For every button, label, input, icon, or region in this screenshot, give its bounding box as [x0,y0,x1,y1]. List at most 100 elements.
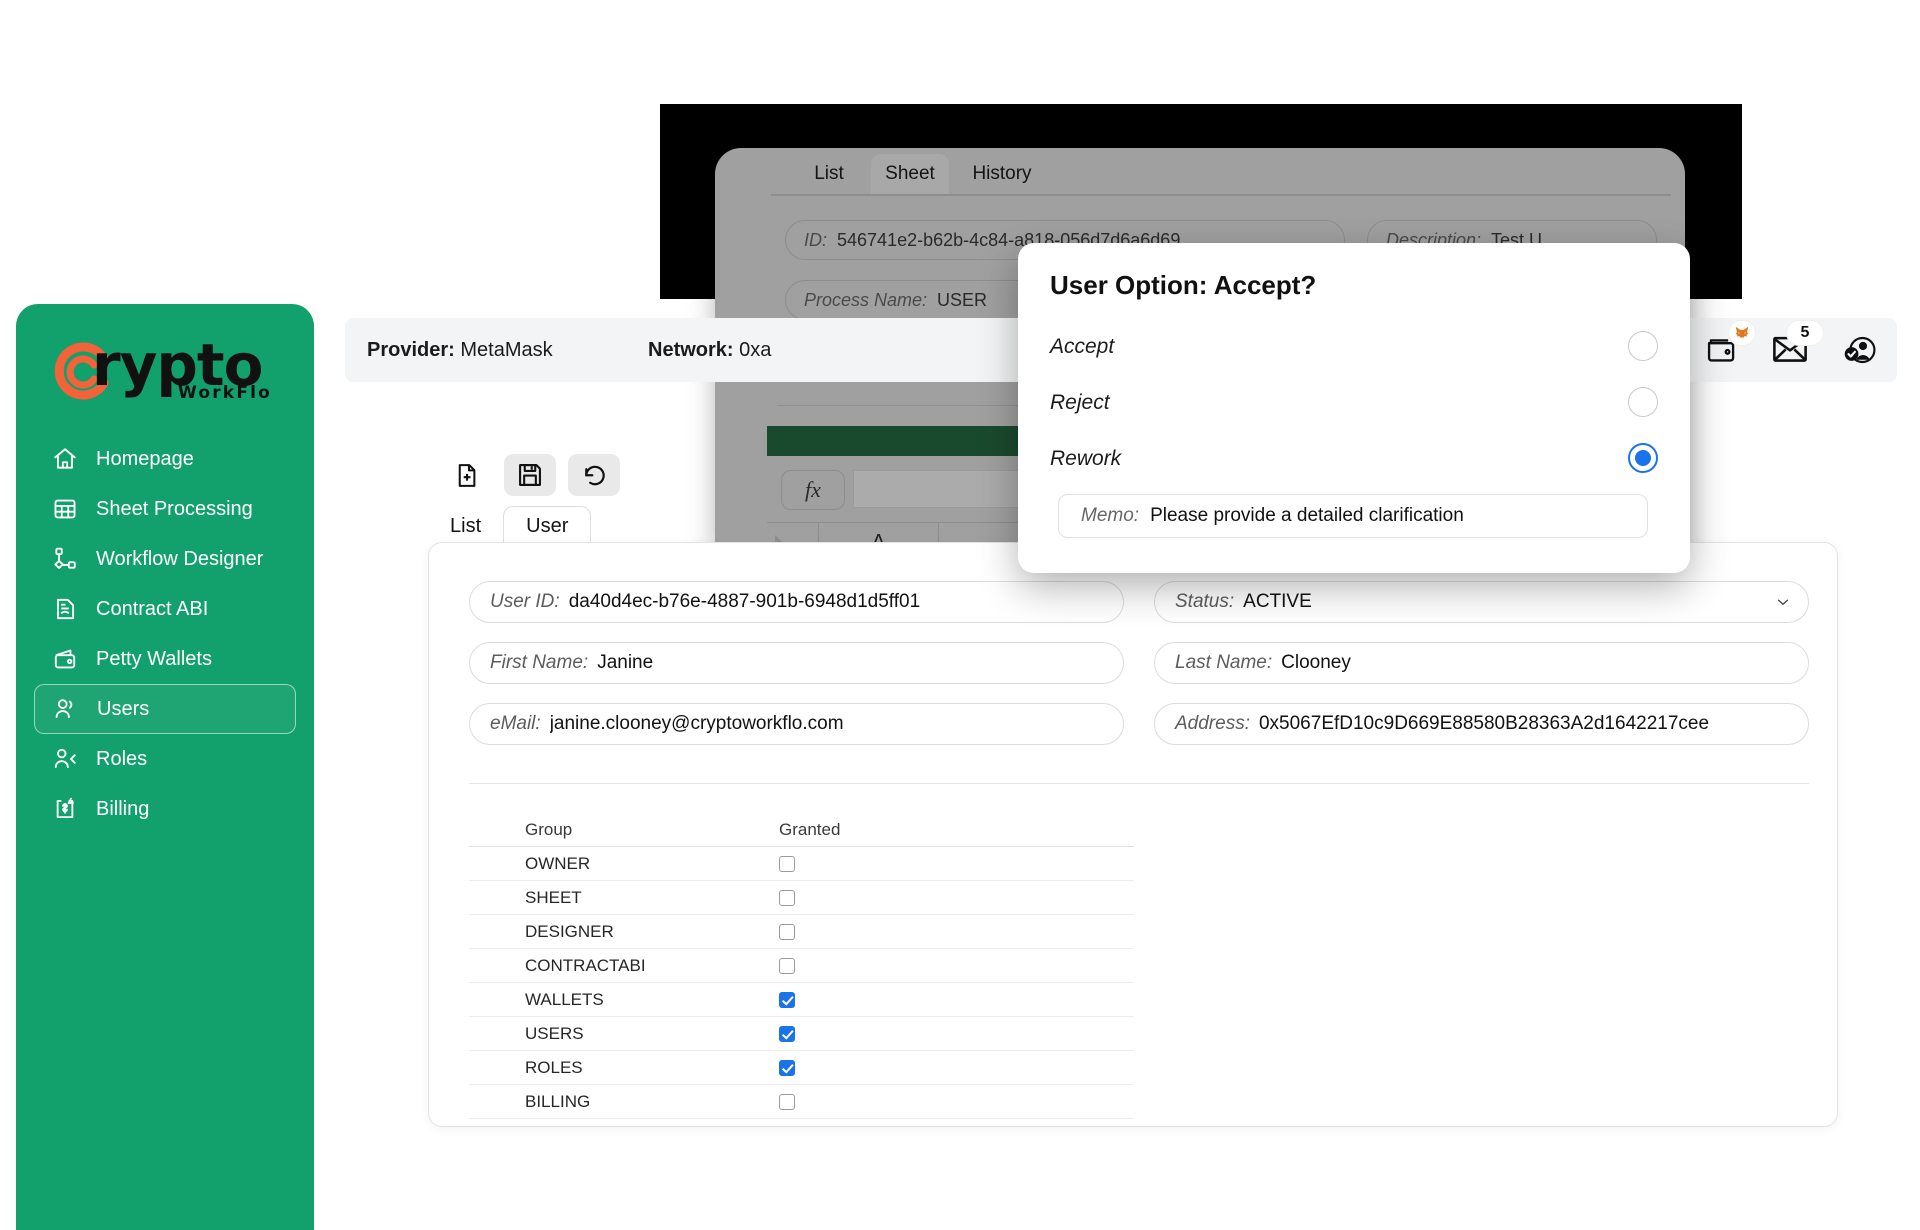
user-id-field[interactable]: User ID: da40d4ec-b76e-4887-901b-6948d1d… [469,581,1124,623]
document-icon [57,598,75,620]
modal-title: User Option: Accept? [1050,270,1317,300]
metamask-fox-icon [1735,326,1749,338]
table-row[interactable]: CONTRACTABI [469,949,1134,983]
option-label: Rework [1050,447,1122,470]
provider-value: MetaMask [460,338,553,361]
address-value: 0x5067EfD10c9D669E88580B28363A2d1642217c… [1258,713,1710,734]
sidebar-item-label: Homepage [96,447,194,470]
granted-checkbox[interactable] [779,991,795,1008]
user-id-label: User ID: [490,591,560,612]
group-name: BILLING [525,1091,591,1111]
granted-cell[interactable] [779,889,879,906]
users-icon [55,699,73,719]
sidebar-item-petty-wallets[interactable]: Petty Wallets [34,634,296,684]
chevron-down-icon[interactable] [1776,595,1790,609]
content-tabs: List User [428,504,592,546]
user-form-right-column: Status: ACTIVE Last Name: Clooney Addres… [1154,581,1809,764]
group-name: USERS [525,1023,584,1043]
grid-icon [54,499,76,519]
granted-cell[interactable] [779,1093,879,1110]
sidebar-item-homepage[interactable]: Homepage [34,434,296,484]
table-row[interactable]: WALLETS [469,983,1134,1017]
sidebar-item-label: Sheet Processing [96,497,253,520]
table-row[interactable]: OWNER [469,847,1134,881]
sidebar-item-workflow-designer[interactable]: Workflow Designer [34,534,296,584]
card-divider [469,783,1809,784]
radio-accept[interactable] [1628,331,1658,361]
new-document-button[interactable] [440,454,492,496]
workflow-icon [54,547,76,569]
bg-tab-history[interactable]: History [957,154,1047,194]
granted-checkbox[interactable] [779,889,795,906]
sidebar-item-label: Roles [96,747,148,770]
bg-tab-list[interactable]: List [795,154,863,194]
option-label: Reject [1050,391,1110,414]
sidebar-item-users[interactable]: Users [34,684,296,734]
last-name-field[interactable]: Last Name: Clooney [1154,642,1809,684]
memo-input[interactable]: Memo: Please provide a detailed clarific… [1058,494,1648,538]
radio-reject[interactable] [1628,387,1658,417]
save-button[interactable] [504,454,556,496]
group-name: OWNER [525,853,591,873]
wallet-icon [54,649,76,669]
granted-checkbox[interactable] [779,1059,795,1076]
group-name: ROLES [525,1057,583,1077]
tab-list[interactable]: List [428,506,503,546]
header-account-button[interactable] [1839,334,1877,366]
sidebar-item-roles[interactable]: Roles [34,734,296,784]
granted-cell[interactable] [779,923,879,940]
sidebar-item-label: Contract ABI [96,597,209,620]
tab-user[interactable]: User [503,506,592,546]
first-name-label: First Name: [490,652,589,673]
bg-tab-sheet[interactable]: Sheet [871,154,949,194]
granted-checkbox[interactable] [779,1093,795,1110]
status-value: ACTIVE [1243,591,1312,612]
user-id-value: da40d4ec-b76e-4887-901b-6948d1d5ff01 [568,591,921,612]
groups-table: Group Granted OWNER SHEET DESIGNER CONTR… [469,813,1134,1119]
column-header-granted: Granted [779,819,841,839]
email-value: janine.clooney@cryptoworkflo.com [549,713,844,734]
option-row-rework[interactable]: Rework [1050,443,1658,475]
granted-checkbox[interactable] [779,923,795,940]
group-name: SHEET [525,887,582,907]
app-logo: rypto WorkFlo [16,328,314,418]
sidebar-item-label: Billing [96,797,150,820]
header-mail-button[interactable]: 5 [1771,321,1823,366]
option-row-reject[interactable]: Reject [1050,387,1658,419]
sidebar-item-label: Workflow Designer [96,547,264,570]
group-name: CONTRACTABI [525,955,646,975]
granted-cell[interactable] [779,957,879,974]
user-detail-card: User ID: da40d4ec-b76e-4887-901b-6948d1d… [428,542,1838,1127]
email-field[interactable]: eMail: janine.clooney@cryptoworkflo.com [469,703,1124,745]
network-value: 0xa [739,338,772,361]
first-name-field[interactable]: First Name: Janine [469,642,1124,684]
column-header-group: Group [525,819,573,839]
table-row[interactable]: SHEET [469,881,1134,915]
table-row[interactable]: DESIGNER [469,915,1134,949]
undo-button[interactable] [568,454,620,496]
granted-cell[interactable] [779,1025,879,1042]
granted-checkbox[interactable] [779,957,795,974]
bg-field-id-label: ID: [804,229,828,250]
background-window-tabs: List Sheet History [715,148,1685,194]
table-row[interactable]: ROLES [469,1051,1134,1085]
sidebar-item-contract-abi[interactable]: Contract ABI [34,584,296,634]
sidebar-item-sheet-processing[interactable]: Sheet Processing [34,484,296,534]
bg-field-process-name-label: Process Name: [804,289,928,310]
granted-checkbox[interactable] [779,855,795,872]
header-wallet-button[interactable] [1703,321,1755,366]
granted-cell[interactable] [779,991,879,1008]
granted-cell[interactable] [779,1059,879,1076]
bg-formula-fx-icon: fx [781,470,845,510]
option-label: Accept [1050,335,1115,358]
table-row[interactable]: BILLING [469,1085,1134,1119]
sidebar-item-billing[interactable]: Billing [34,784,296,834]
granted-checkbox[interactable] [779,1025,795,1042]
logo-subtext: WorkFlo [178,383,273,403]
radio-rework[interactable] [1628,443,1658,473]
option-row-accept[interactable]: Accept [1050,331,1658,363]
table-row[interactable]: USERS [469,1017,1134,1051]
granted-cell[interactable] [779,855,879,872]
address-field[interactable]: Address: 0x5067EfD10c9D669E88580B28363A2… [1154,703,1809,745]
status-field[interactable]: Status: ACTIVE [1154,581,1809,623]
